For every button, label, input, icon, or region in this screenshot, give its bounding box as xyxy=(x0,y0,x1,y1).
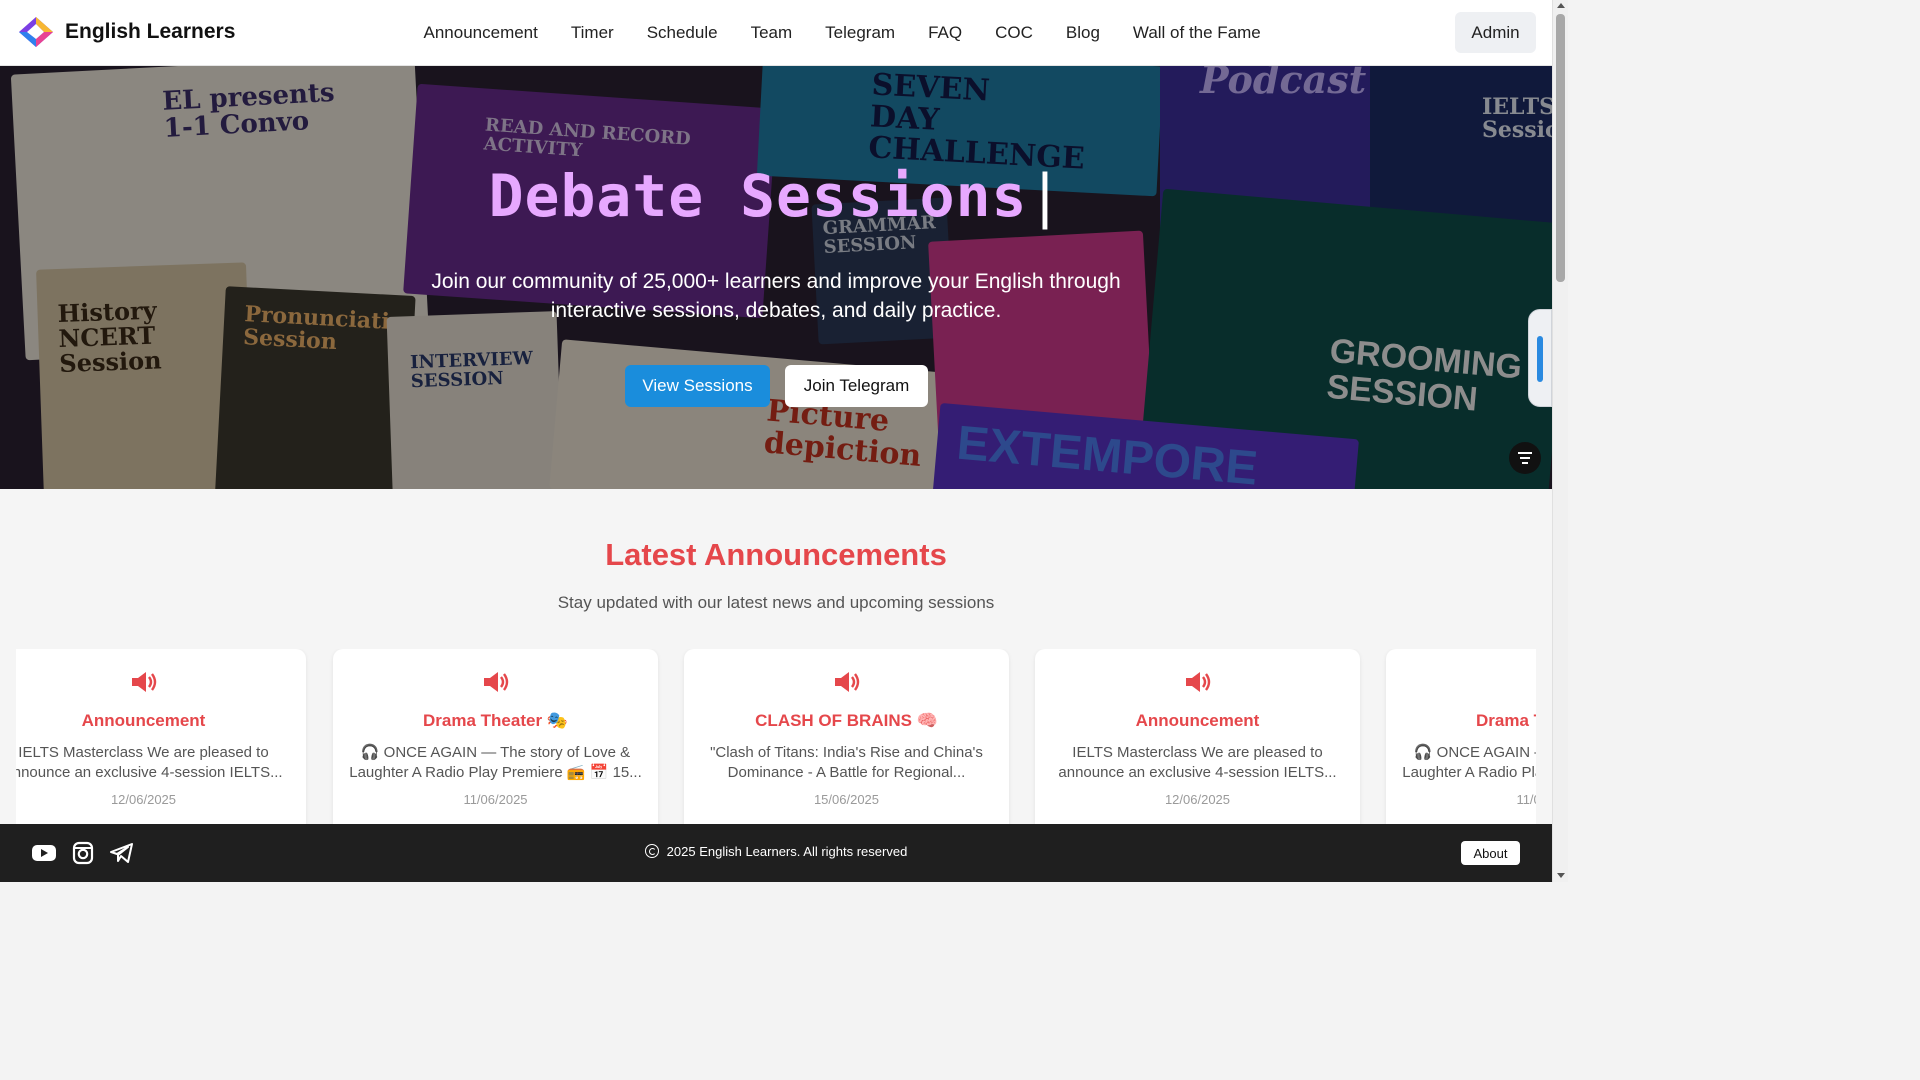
hero-section: EL presents 1-1 Convo READ AND RECORD AC… xyxy=(0,66,1552,489)
nav-link-telegram[interactable]: Telegram xyxy=(809,23,912,43)
page-scrollbar[interactable] xyxy=(1552,0,1568,882)
nav-link-timer[interactable]: Timer xyxy=(554,23,630,43)
copyright-icon xyxy=(644,844,659,858)
view-sessions-button[interactable]: View Sessions xyxy=(625,365,770,407)
card-body: IELTS Masterclass We are pleased to anno… xyxy=(16,744,283,781)
card-body: 🎧 ONCE AGAIN — The story of Love & Laugh… xyxy=(349,744,642,781)
card-title: Announcement xyxy=(81,711,206,730)
megaphone-icon xyxy=(1535,669,1537,695)
announcement-card[interactable]: Announcement IELTS Masterclass We are pl… xyxy=(1035,649,1360,824)
scroll-thumb[interactable] xyxy=(1556,14,1565,282)
nav-link-wall-of-fame[interactable]: Wall of the Fame xyxy=(1116,23,1277,43)
announcement-card[interactable]: Drama Theater 🎭 🎧 ONCE AGAIN — The story… xyxy=(1386,649,1536,824)
hero-subtitle: Join our community of 25,000+ learners a… xyxy=(431,270,1121,322)
card-date: 11/06/2025 xyxy=(1516,792,1536,807)
side-drawer-indicator xyxy=(1537,336,1543,382)
filter-menu-button[interactable] xyxy=(1509,442,1541,474)
filter-icon xyxy=(1518,452,1532,464)
nav-link-coc[interactable]: COC xyxy=(979,23,1050,43)
megaphone-icon xyxy=(1185,672,1210,692)
nav-link-schedule[interactable]: Schedule xyxy=(630,23,734,43)
brand-name: English Learners xyxy=(65,20,236,43)
announcement-card[interactable]: Announcement IELTS Masterclass We are pl… xyxy=(16,649,306,824)
card-title: Announcement xyxy=(1135,711,1260,730)
nav-links: Announcement Timer Schedule Team Telegra… xyxy=(407,0,1277,66)
card-date: 15/06/2025 xyxy=(813,792,880,807)
card-date: 12/06/2025 xyxy=(1164,792,1231,807)
typing-cursor: | xyxy=(1027,162,1064,230)
card-date: 12/06/2025 xyxy=(110,792,177,807)
nav-link-announcement[interactable]: Announcement xyxy=(407,23,554,43)
announcements-carousel: Announcement IELTS Masterclass We are pl… xyxy=(16,649,1536,824)
card-body: "Clash of Titans: India's Rise and China… xyxy=(710,744,983,781)
scroll-down-arrow-icon[interactable] xyxy=(1557,873,1565,878)
copyright-label: 2025 English Learners. All rights reserv… xyxy=(666,844,908,859)
hero-title-text: Debate Sessions xyxy=(488,162,1028,230)
card-date: 11/06/2025 xyxy=(463,792,528,807)
megaphone-icon xyxy=(834,672,859,692)
card-title: CLASH OF BRAINS 🧠 xyxy=(755,711,938,730)
hero-title: Debate Sessions| xyxy=(0,162,1552,230)
scroll-up-arrow-icon[interactable] xyxy=(1557,3,1565,8)
top-navbar: English Learners Announcement Timer Sche… xyxy=(0,0,1552,66)
megaphone-icon xyxy=(131,672,156,692)
about-button[interactable]: About xyxy=(1461,841,1520,865)
nav-link-faq[interactable]: FAQ xyxy=(912,23,979,43)
announcement-card[interactable]: CLASH OF BRAINS 🧠 "Clash of Titans: Indi… xyxy=(684,649,1009,824)
announcement-card[interactable]: Drama Theater 🎭 🎧 ONCE AGAIN — The story… xyxy=(333,649,658,824)
copyright-text: 2025 English Learners. All rights reserv… xyxy=(0,844,1552,859)
footer: 2025 English Learners. All rights reserv… xyxy=(0,824,1552,882)
card-title: Drama Theater 🎭 xyxy=(423,711,568,730)
megaphone-icon xyxy=(483,672,508,692)
card-body: 🎧 ONCE AGAIN — The story of Love & Laugh… xyxy=(1402,744,1536,781)
join-telegram-button[interactable]: Join Telegram xyxy=(785,365,928,407)
nav-link-blog[interactable]: Blog xyxy=(1049,23,1116,43)
nav-link-team[interactable]: Team xyxy=(734,23,809,43)
announcements-title: Latest Announcements xyxy=(605,537,947,572)
card-body: IELTS Masterclass We are pleased to anno… xyxy=(1058,744,1337,781)
brand-logo-icon xyxy=(19,17,53,47)
card-title: Drama Theater 🎭 xyxy=(1476,711,1536,730)
admin-button[interactable]: Admin xyxy=(1455,12,1536,53)
side-drawer-handle[interactable] xyxy=(1528,309,1552,407)
announcements-subtitle: Stay updated with our latest news and up… xyxy=(557,593,995,612)
brand[interactable]: English Learners xyxy=(17,15,235,49)
